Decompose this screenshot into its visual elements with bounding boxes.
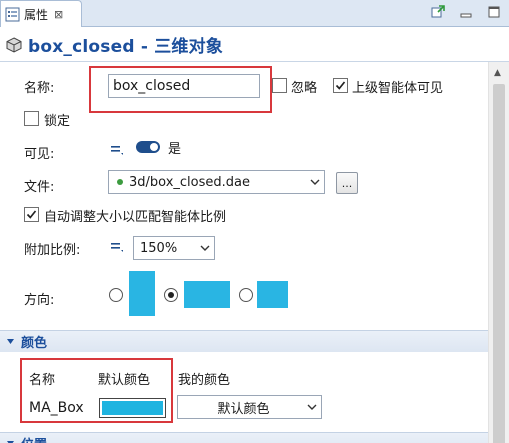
properties-content: 名称: box_closed 忽略 上级智能体可见 锁定 可见: 是 文件: 3… xyxy=(0,62,488,443)
chevron-down-icon xyxy=(196,245,214,251)
color-column-mine: 我的颜色 xyxy=(178,373,231,388)
my-color-select[interactable]: 默认颜色 xyxy=(177,395,322,419)
chevron-down-icon xyxy=(303,404,321,410)
colors-section-header[interactable]: 颜色 xyxy=(0,330,488,352)
direction-square-preview xyxy=(257,281,288,308)
direction-radio-horizontal[interactable] xyxy=(164,288,178,302)
lock-label: 锁定 xyxy=(44,114,71,129)
visible-label: 可见: xyxy=(24,147,55,162)
name-label: 名称: xyxy=(24,81,55,96)
direction-vertical-preview xyxy=(129,271,155,316)
my-color-select-value: 默认颜色 xyxy=(217,401,270,417)
color-column-default: 默认颜色 xyxy=(98,373,151,388)
swatch-fill xyxy=(102,401,163,415)
static-value-icon[interactable] xyxy=(110,142,124,160)
visible-value: 是 xyxy=(168,142,182,157)
position-section-header[interactable]: 位置 xyxy=(0,432,488,443)
ignore-checkbox[interactable] xyxy=(272,78,287,93)
scrollbar-thumb[interactable] xyxy=(493,84,505,443)
autoscale-label: 自动调整大小以匹配智能体比例 xyxy=(44,210,227,225)
file-select[interactable]: 3d/box_closed.dae xyxy=(108,170,325,194)
upper-visible-checkbox[interactable] xyxy=(333,78,348,93)
maximize-icon[interactable] xyxy=(487,5,501,19)
name-input-value: box_closed xyxy=(113,78,191,94)
colors-section-title: 颜色 xyxy=(21,336,48,351)
vertical-scrollbar[interactable]: ▲ xyxy=(488,62,509,443)
scale-select-value: 150% xyxy=(140,240,178,256)
static-value-icon[interactable] xyxy=(110,239,124,257)
visible-toggle[interactable] xyxy=(136,141,160,153)
lock-checkbox[interactable] xyxy=(24,111,39,126)
default-color-swatch[interactable] xyxy=(99,398,166,418)
scale-select[interactable]: 150% xyxy=(133,236,215,260)
direction-label: 方向: xyxy=(24,293,55,308)
checkmark-icon xyxy=(26,210,37,219)
name-input[interactable]: box_closed xyxy=(108,74,260,98)
color-row-name: MA_Box xyxy=(29,400,84,416)
object-3d-icon xyxy=(6,36,22,53)
direction-radio-square[interactable] xyxy=(239,288,253,302)
file-select-value: 3d/box_closed.dae xyxy=(129,174,250,190)
properties-header: box_closed - 三维对象 xyxy=(0,28,509,62)
scale-label: 附加比例: xyxy=(24,243,81,258)
close-icon[interactable]: ⊠ xyxy=(54,8,63,21)
upper-visible-label: 上级智能体可见 xyxy=(352,81,444,96)
pin-icon[interactable] xyxy=(431,5,445,19)
properties-icon xyxy=(5,7,20,22)
autoscale-checkbox[interactable] xyxy=(24,207,39,222)
view-tab-bar: 属性 ⊠ xyxy=(0,0,509,27)
checkmark-icon xyxy=(335,81,346,90)
position-section-title: 位置 xyxy=(21,434,47,443)
browse-button[interactable]: ... xyxy=(336,172,358,194)
ignore-label: 忽略 xyxy=(291,81,318,96)
scroll-up-icon[interactable]: ▲ xyxy=(494,68,501,78)
tab-label: 属性 xyxy=(24,7,49,22)
file-label: 文件: xyxy=(24,180,55,195)
page-title: box_closed - 三维对象 xyxy=(28,37,224,57)
color-column-name: 名称 xyxy=(29,373,56,388)
tab-properties[interactable]: 属性 ⊠ xyxy=(0,0,82,27)
collapse-chevron-icon xyxy=(6,439,15,443)
direction-radio-vertical[interactable] xyxy=(109,288,123,302)
direction-horizontal-preview xyxy=(184,281,230,308)
collapse-chevron-icon xyxy=(6,337,15,346)
minimize-icon[interactable] xyxy=(459,5,473,19)
chevron-down-icon xyxy=(306,179,324,185)
